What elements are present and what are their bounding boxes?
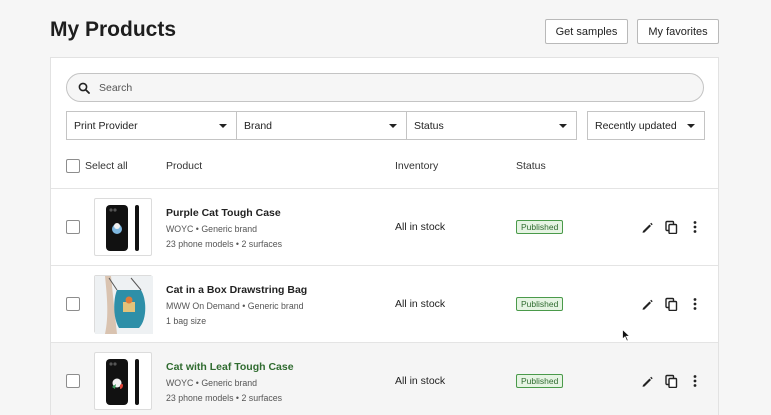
chevron-down-icon — [219, 124, 227, 128]
edit-icon[interactable] — [640, 297, 654, 311]
product-thumbnail[interactable] — [94, 275, 153, 334]
product-provider: MWW On Demand • Generic brand — [166, 301, 304, 311]
select-all-checkbox[interactable] — [66, 159, 80, 173]
product-thumbnail[interactable] — [94, 352, 152, 410]
status-label: Status — [414, 119, 444, 132]
brand-label: Brand — [244, 119, 273, 132]
status-badge: Published — [516, 297, 564, 311]
more-options-icon[interactable] — [688, 374, 702, 388]
select-all-label[interactable]: Select all — [85, 160, 128, 172]
product-variants: 23 phone models • 2 surfaces — [166, 239, 283, 249]
print-provider-dropdown[interactable]: Print Provider — [66, 111, 237, 140]
table-row[interactable]: Cat with Leaf Tough Case WOYC • Generic … — [51, 342, 718, 415]
sort-dropdown[interactable]: Recently updated — [587, 111, 705, 140]
product-variants: 23 phone models • 2 surfaces — [166, 393, 283, 403]
mouse-cursor-icon — [622, 329, 631, 342]
column-header-product: Product — [166, 160, 203, 172]
inventory-status: All in stock — [395, 221, 446, 233]
table-row[interactable]: Purple Cat Tough Case WOYC • Generic bra… — [51, 188, 718, 265]
duplicate-icon[interactable] — [664, 374, 678, 388]
product-provider: WOYC • Generic brand — [166, 378, 258, 388]
inventory-status: All in stock — [395, 375, 446, 387]
brand-dropdown[interactable]: Brand — [236, 111, 407, 140]
table-row[interactable]: Cat in a Box Drawstring Bag MWW On Deman… — [51, 265, 718, 342]
edit-icon[interactable] — [640, 374, 654, 388]
phone-case-image — [106, 359, 139, 405]
product-provider: WOYC • Generic brand — [166, 224, 258, 234]
row-checkbox[interactable] — [66, 297, 80, 311]
product-thumbnail[interactable] — [94, 198, 152, 256]
drawstring-bag-image — [95, 276, 153, 334]
status-badge: Published — [516, 374, 564, 388]
column-header-inventory: Inventory — [395, 160, 439, 172]
column-header-status: Status — [516, 160, 546, 172]
page-title: My Products — [50, 18, 177, 41]
get-samples-button[interactable]: Get samples — [545, 19, 628, 44]
products-panel: Search Print Provider Brand Status Recen… — [50, 57, 719, 415]
duplicate-icon[interactable] — [664, 297, 678, 311]
duplicate-icon[interactable] — [664, 220, 678, 234]
more-options-icon[interactable] — [688, 220, 702, 234]
product-variants: 1 bag size — [166, 316, 207, 326]
product-name[interactable]: Purple Cat Tough Case — [166, 207, 281, 219]
my-favorites-button[interactable]: My favorites — [637, 19, 719, 44]
status-badge: Published — [516, 220, 564, 234]
sort-label: Recently updated — [595, 119, 677, 132]
search-icon — [78, 82, 90, 94]
status-dropdown[interactable]: Status — [406, 111, 577, 140]
product-name[interactable]: Cat in a Box Drawstring Bag — [166, 284, 307, 296]
chevron-down-icon — [389, 124, 397, 128]
product-name[interactable]: Cat with Leaf Tough Case — [166, 361, 294, 373]
phone-case-image — [106, 205, 139, 251]
more-options-icon[interactable] — [688, 297, 702, 311]
chevron-down-icon — [687, 124, 695, 128]
chevron-down-icon — [559, 124, 567, 128]
inventory-status: All in stock — [395, 298, 446, 310]
edit-icon[interactable] — [640, 220, 654, 234]
row-checkbox[interactable] — [66, 220, 80, 234]
print-provider-label: Print Provider — [74, 119, 138, 132]
search-placeholder: Search — [99, 81, 133, 94]
row-checkbox[interactable] — [66, 374, 80, 388]
search-input[interactable]: Search — [66, 73, 704, 102]
